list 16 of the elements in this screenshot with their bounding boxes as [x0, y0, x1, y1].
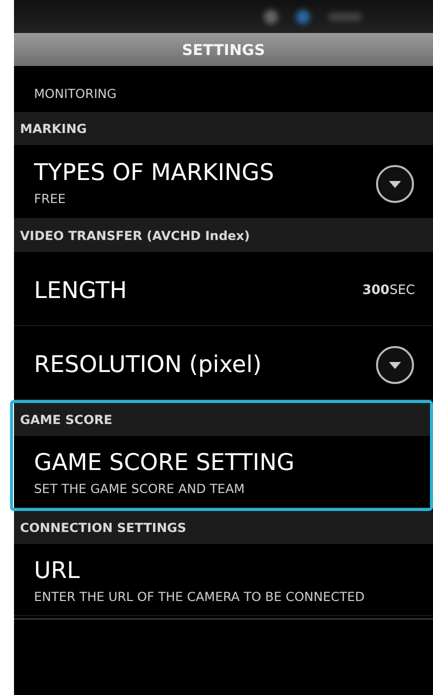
blurred-status-icon	[328, 12, 362, 20]
blurred-status-icon	[264, 10, 278, 24]
screen-title: SETTINGS	[182, 40, 266, 58]
settings-item[interactable]: RESOLUTION (pixel)	[14, 326, 433, 400]
item-description: MONITORING	[34, 85, 117, 102]
settings-item[interactable]: GAME SCORE SETTING SET THE GAME SCORE AND TEAM	[14, 436, 430, 508]
dropdown-icon[interactable]	[375, 164, 415, 204]
section-header: VIDEO TRANSFER (AVCHD Index)	[14, 219, 433, 252]
blurred-status-icon	[296, 10, 310, 24]
section-header: CONNECTION SETTINGS	[14, 511, 433, 544]
settings-item[interactable]: URL ENTER THE URL OF THE CAMERA TO BE CONNECTED	[14, 544, 433, 616]
section-header: GAME SCORE	[14, 403, 430, 436]
settings-item[interactable]: LENGTH 300SEC	[14, 252, 433, 326]
setting-value: 300SEC	[362, 283, 415, 298]
dropdown-icon[interactable]	[375, 344, 415, 384]
section-header: MARKING	[14, 112, 433, 145]
